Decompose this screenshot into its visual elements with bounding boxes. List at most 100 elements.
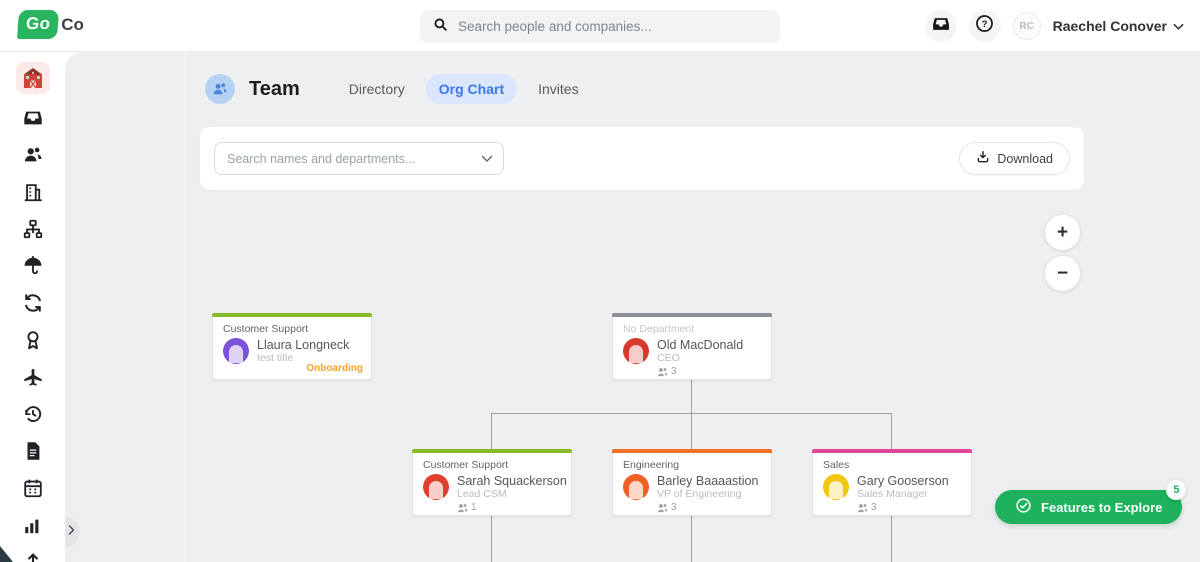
user-menu[interactable]: Raechel Conover [1053,18,1184,34]
sidebar-item-benefits[interactable] [16,253,50,279]
department-label: Engineering [623,459,680,471]
sheep-photo [623,474,649,500]
download-label: Download [997,151,1053,166]
direct-reports-count: 3 [657,366,743,377]
org-search-combobox[interactable] [214,142,504,175]
connector-line [691,380,692,413]
documents-icon [22,440,44,462]
org-search-input[interactable] [227,151,481,166]
team-page-icon [205,74,235,104]
sidebar-item-home[interactable] [15,62,50,94]
team-icon [22,144,44,166]
page-title: Team [249,77,300,100]
inbox-icon [931,14,951,39]
zoom-in-button[interactable]: + [1045,215,1080,250]
connector-line [891,413,892,449]
tab-directory[interactable]: Directory [336,74,418,104]
org-node-gary-gooserson[interactable]: Sales Gary Gooserson Sales Manager 3 [812,449,972,516]
org-chart-icon [22,218,44,240]
time-history-icon [22,403,44,425]
mouse-cursor [0,546,13,562]
tab-invites[interactable]: Invites [525,74,591,104]
main-content-panel: Team Directory Org Chart Invites Search … [65,52,1200,562]
org-node-old-macdonald[interactable]: No Department Old MacDonald CEO 3 [612,313,772,380]
sidebar-item-time-off[interactable] [16,364,50,390]
sidebar-item-reports[interactable] [16,512,50,538]
department-color-bar [412,449,572,453]
direct-reports-count: 3 [857,502,949,513]
employee-title: VP of Engineering [657,488,742,500]
employee-name: Gary Gooserson [857,474,949,488]
employee-name: Old MacDonald [657,338,744,352]
department-color-bar [612,449,772,453]
user-name-label: Raechel Conover [1052,18,1167,34]
travel-plane-icon [22,366,44,388]
department-label: Customer Support [223,323,309,335]
question-mark-icon: ? [974,13,995,39]
sidebar-item-inbox[interactable] [16,105,50,131]
download-button[interactable]: Download [959,142,1070,175]
employee-name: Barley Baaaastion [657,474,759,488]
department-color-bar [212,313,372,317]
sidebar-item-calendar[interactable] [16,475,50,501]
expand-sidebar-button[interactable] [65,517,80,547]
goco-logo[interactable]: Go Co [16,10,84,39]
download-icon [976,150,990,167]
sidebar-item-time-tracking[interactable] [16,401,50,427]
org-node-llaura-longneck[interactable]: Customer Support Llaura Longneck test ti… [212,313,372,380]
sidebar-rail [0,52,65,562]
goose-photo [823,474,849,500]
employee-title: Sales Manager [857,488,928,500]
global-search[interactable] [420,10,780,43]
features-count-badge: 5 [1166,480,1187,500]
llama-photo [223,338,249,364]
logo-co-text: Co [61,14,84,34]
search-icon [432,16,449,38]
org-node-sarah-squackerson[interactable]: Customer Support Sarah Squackerson Lead … [412,449,572,516]
org-node-barley-baaaastion[interactable]: Engineering Barley Baaaastion VP of Engi… [612,449,772,516]
barn-home-icon [21,66,45,90]
features-to-explore-button[interactable]: Features to Explore 5 [995,480,1187,524]
department-color-bar [612,313,772,317]
employee-title: CEO [657,352,680,364]
employee-name: Llaura Longneck [257,338,350,352]
onboarding-status-badge: Onboarding [306,363,363,374]
sidebar-item-import[interactable] [16,549,50,562]
notifications-inbox-button[interactable] [924,10,957,42]
farmer-photo [623,338,649,364]
calendar-icon [22,477,44,499]
chevron-down-icon [481,150,493,168]
svg-text:?: ? [982,19,988,30]
sidebar-item-documents[interactable] [16,438,50,464]
department-label: No Department [623,323,695,335]
people-icon [857,503,868,512]
sidebar-item-team[interactable] [16,142,50,168]
sidebar-item-sync[interactable] [16,290,50,316]
award-icon [22,329,44,351]
logo-go-mark: Go [16,10,60,39]
connector-line [891,516,892,562]
sidebar-item-org-chart[interactable] [16,216,50,242]
zoom-out-button[interactable]: − [1045,256,1080,291]
company-building-icon [22,181,44,203]
sidebar-item-performance[interactable] [16,327,50,353]
collapsed-panel-divider [185,52,186,562]
department-color-bar [812,449,972,453]
global-search-input[interactable] [458,19,768,34]
tab-org-chart[interactable]: Org Chart [425,74,518,104]
connector-line [691,516,692,562]
chevron-down-icon [1173,18,1184,34]
reports-bar-chart-icon [22,514,44,536]
connector-line [691,413,692,449]
people-icon [457,503,468,512]
page-header: Team Directory Org Chart Invites [205,74,592,104]
goco-app: Go Co Search people and companies... ? R… [0,0,1200,562]
check-circle-icon [1015,497,1032,517]
sidebar-item-company[interactable] [16,179,50,205]
people-icon [657,503,668,512]
help-button[interactable]: ? [968,10,1001,42]
user-avatar[interactable]: RC [1012,12,1041,40]
connector-line [491,413,492,449]
people-icon [657,367,668,376]
user-initials: RC [1019,20,1034,32]
